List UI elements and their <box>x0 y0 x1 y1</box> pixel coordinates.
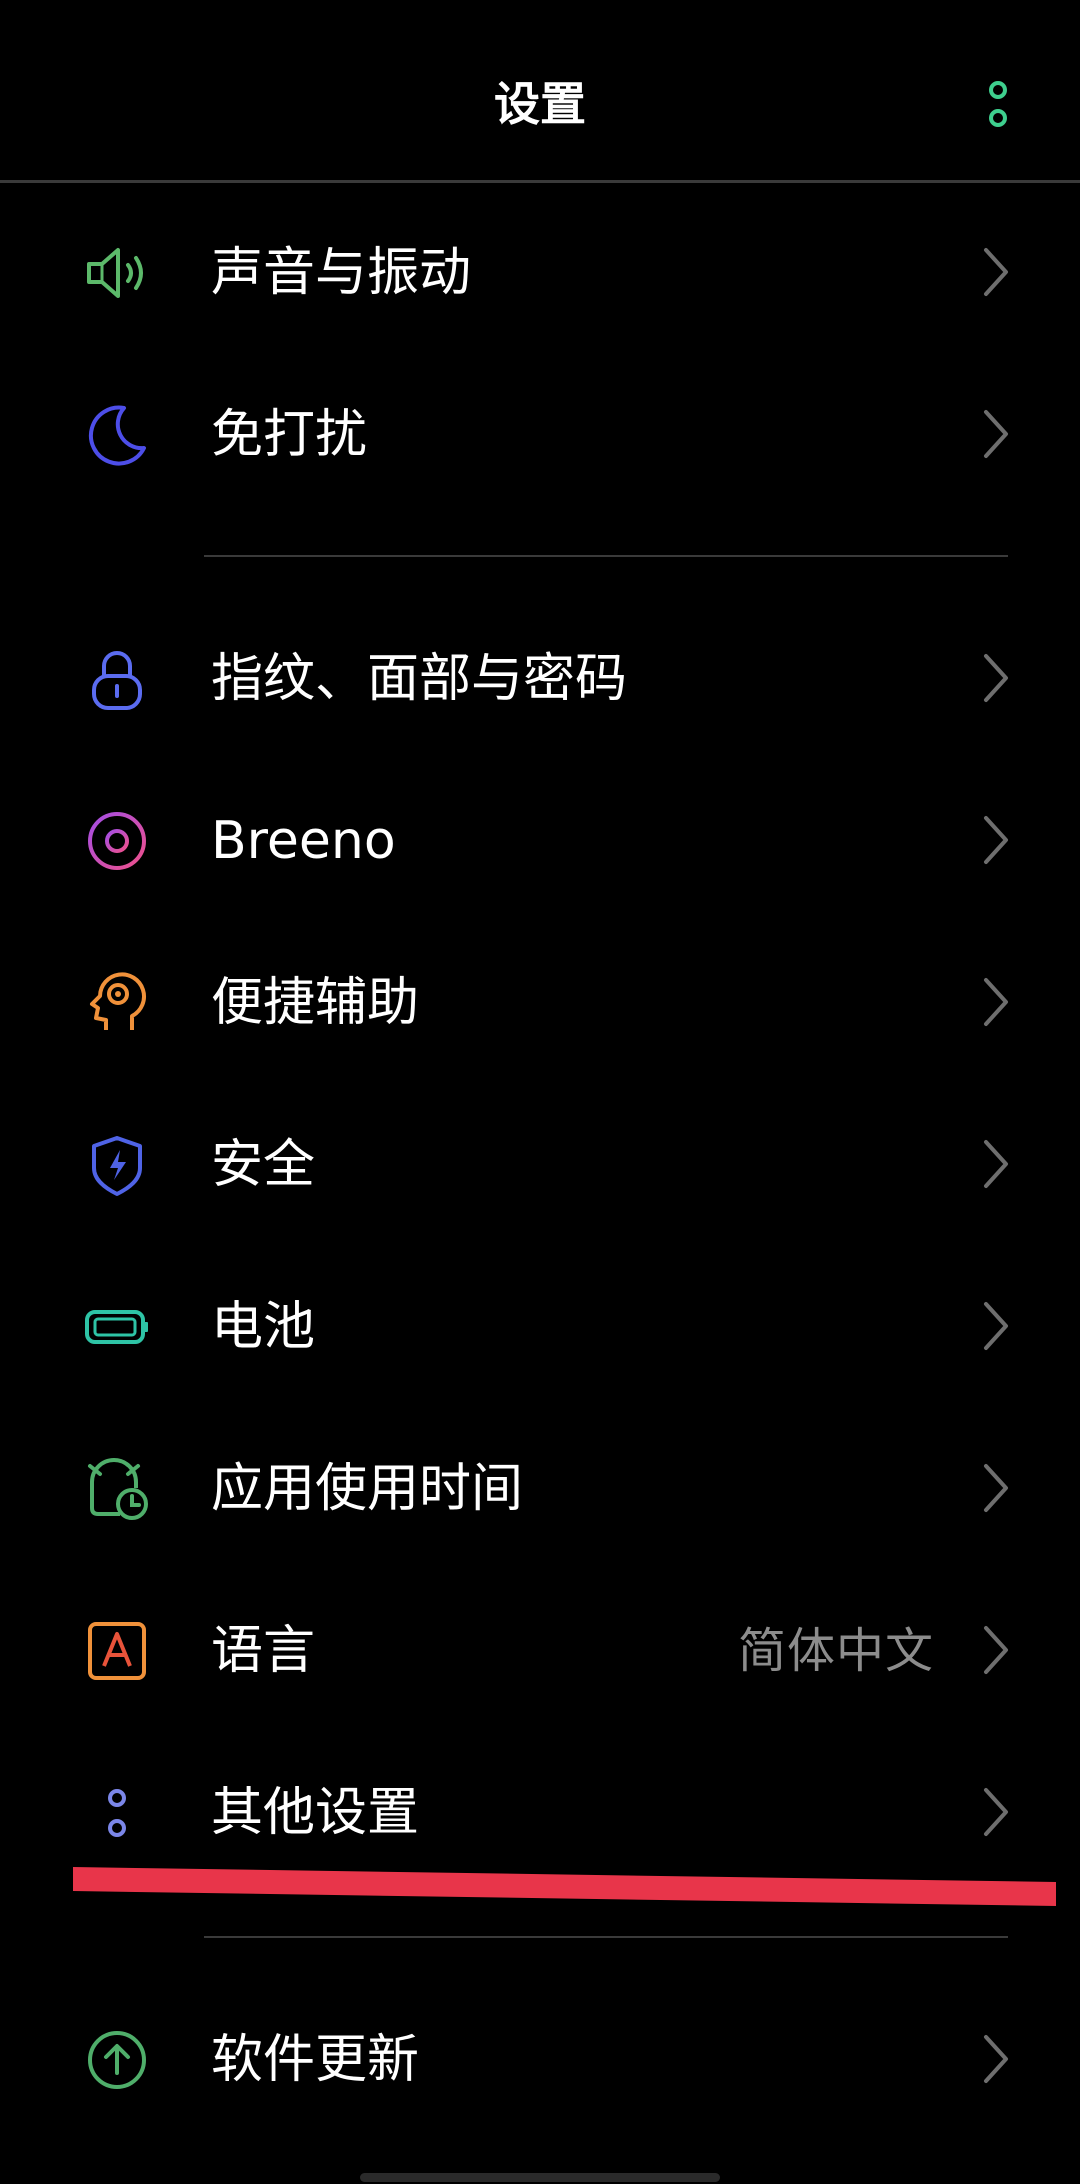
assist-head-icon <box>84 970 150 1036</box>
update-arrow-icon <box>84 2027 150 2093</box>
lock-icon <box>84 646 150 712</box>
chevron-right-icon <box>980 1784 1012 1840</box>
header-divider <box>0 180 1080 183</box>
section-divider <box>204 555 1008 557</box>
moon-icon <box>84 402 150 468</box>
settings-item-app-usage-time[interactable]: 应用使用时间 <box>0 1408 1080 1570</box>
settings-item-label: 应用使用时间 <box>211 1459 524 1519</box>
section-divider <box>204 1936 1008 1938</box>
more-options-button[interactable] <box>970 72 1026 136</box>
settings-item-software-update[interactable]: 软件更新 <box>0 1979 1080 2141</box>
chevron-right-icon <box>980 244 1012 300</box>
language-value: 简体中文 <box>737 1623 934 1679</box>
settings-item-accessibility[interactable]: 便捷辅助 <box>0 922 1080 1084</box>
more-settings-icon <box>84 1780 150 1846</box>
battery-icon <box>84 1294 150 1360</box>
settings-item-do-not-disturb[interactable]: 免打扰 <box>0 354 1080 516</box>
speaker-icon <box>84 240 150 306</box>
settings-item-label: 语言 <box>211 1621 316 1681</box>
chevron-right-icon <box>980 2031 1012 2087</box>
settings-item-label: 免打扰 <box>211 405 368 465</box>
settings-item-sound-vibration[interactable]: 声音与振动 <box>0 192 1080 354</box>
chevron-right-icon <box>980 1622 1012 1678</box>
chevron-right-icon <box>980 650 1012 706</box>
breeno-icon <box>84 808 150 874</box>
alarm-clock-icon <box>84 1456 150 1522</box>
chevron-right-icon <box>980 1136 1012 1192</box>
page-title: 设置 <box>494 77 586 131</box>
settings-item-battery[interactable]: 电池 <box>0 1246 1080 1408</box>
settings-item-label: 电池 <box>211 1297 316 1357</box>
settings-item-label: 安全 <box>211 1135 316 1195</box>
chevron-right-icon <box>980 974 1012 1030</box>
chevron-right-icon <box>980 1298 1012 1354</box>
more-vertical-icon <box>989 81 1007 127</box>
settings-item-language[interactable]: 语言 简体中文 <box>0 1570 1080 1732</box>
settings-item-label: 软件更新 <box>211 2030 420 2090</box>
settings-item-security[interactable]: 安全 <box>0 1084 1080 1246</box>
chevron-right-icon <box>980 812 1012 868</box>
settings-item-other-settings[interactable]: 其他设置 <box>0 1732 1080 1894</box>
settings-item-label: 声音与振动 <box>211 243 472 303</box>
shield-icon <box>84 1132 150 1198</box>
settings-item-label: 便捷辅助 <box>211 973 420 1033</box>
chevron-right-icon <box>980 406 1012 462</box>
language-icon <box>84 1618 150 1684</box>
app-header: 设置 <box>0 0 1080 180</box>
chevron-right-icon <box>980 1460 1012 1516</box>
settings-item-fingerprint-face-password[interactable]: 指纹、面部与密码 <box>0 598 1080 760</box>
settings-item-label: 其他设置 <box>211 1783 420 1843</box>
settings-item-label: 指纹、面部与密码 <box>211 649 628 709</box>
settings-item-label: Breeno <box>211 811 396 871</box>
settings-item-breeno[interactable]: Breeno <box>0 760 1080 922</box>
home-indicator[interactable] <box>360 2173 720 2182</box>
